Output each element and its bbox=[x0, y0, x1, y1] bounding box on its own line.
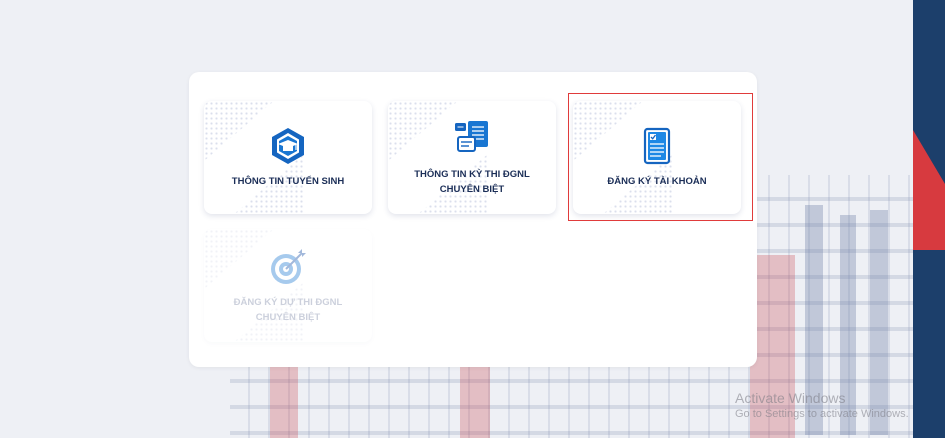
card-label: THÔNG TIN KỲ THI ĐGNL CHUYÊN BIỆT bbox=[414, 168, 530, 195]
card-thong-tin-ky-thi[interactable]: THÔNG TIN KỲ THI ĐGNL CHUYÊN BIỆT bbox=[388, 101, 556, 214]
card-label: ĐĂNG KÝ DỰ THI ĐGNL CHUYÊN BIỆT bbox=[233, 296, 343, 323]
clipboard-checklist-icon bbox=[637, 126, 677, 166]
target-arrow-icon bbox=[268, 247, 308, 287]
card-dang-ky-du-thi: ĐĂNG KÝ DỰ THI ĐGNL CHUYÊN BIỆT bbox=[204, 229, 372, 342]
document-chat-icon bbox=[452, 119, 492, 159]
activate-windows-watermark: Activate Windows Go to Settings to activ… bbox=[735, 390, 909, 420]
card-thong-tin-tuyen-sinh[interactable]: THÔNG TIN TUYỂN SINH bbox=[204, 101, 372, 214]
card-label: ĐĂNG KÝ TÀI KHOẢN bbox=[607, 176, 707, 187]
graduation-hexagon-icon bbox=[268, 126, 308, 166]
card-label: THÔNG TIN TUYỂN SINH bbox=[231, 176, 345, 187]
card-dang-ky-tai-khoan[interactable]: ĐĂNG KÝ TÀI KHOẢN bbox=[573, 101, 741, 214]
